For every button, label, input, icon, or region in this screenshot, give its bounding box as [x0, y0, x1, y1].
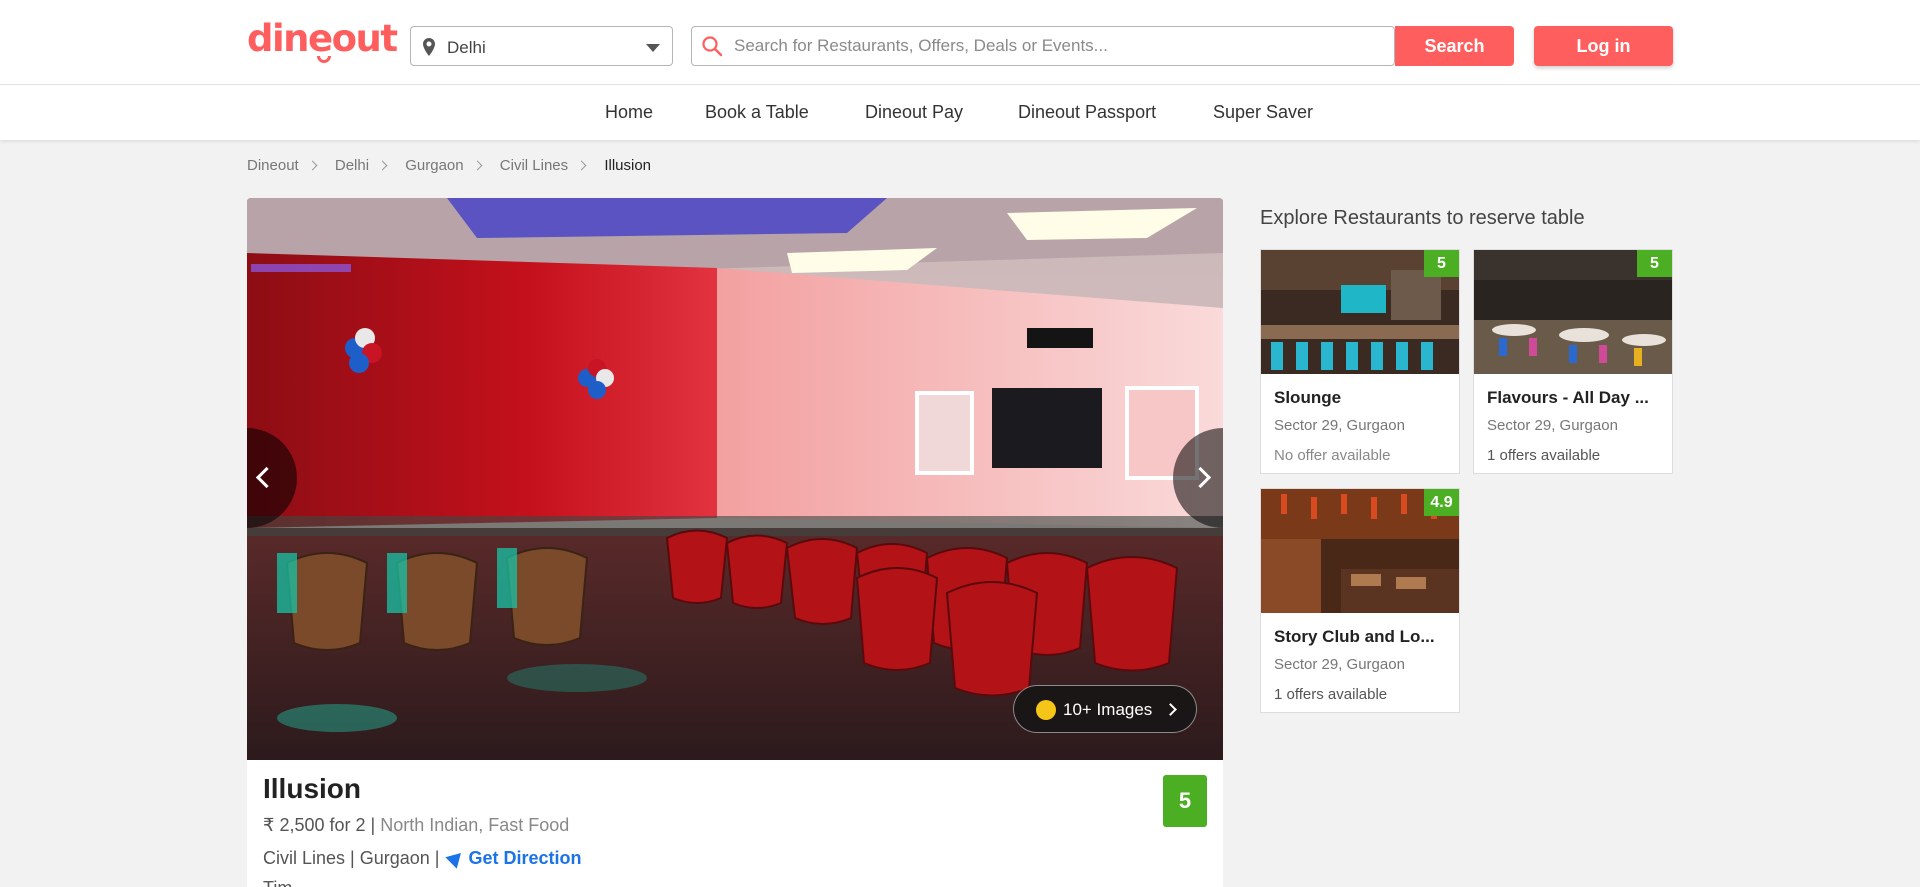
search-box — [691, 26, 1395, 66]
restaurant-card-name: Flavours - All Day ... — [1487, 388, 1649, 407]
city-select[interactable]: Delhi — [410, 26, 673, 66]
login-button[interactable]: Log in — [1534, 26, 1673, 66]
cuisine-link[interactable]: Fast Food — [488, 815, 569, 835]
locality: Civil Lines — [263, 848, 346, 868]
breadcrumb-item[interactable]: Gurgaon — [405, 157, 463, 174]
restaurant-card[interactable]: 5 Slounge Sector 29, Gurgaon No offer av… — [1260, 249, 1460, 474]
sidebar-title: Explore Restaurants to reserve table — [1260, 207, 1585, 229]
restaurant-card-offer: No offer available — [1274, 447, 1391, 464]
get-direction-link[interactable]: Get Direction — [444, 847, 582, 869]
restaurant-thumbnail: 4.9 — [1261, 489, 1459, 613]
restaurant-card-location: Sector 29, Gurgaon — [1274, 656, 1405, 673]
chevron-right-icon — [1189, 466, 1212, 489]
rating-badge: 4.9 — [1424, 489, 1459, 516]
chevron-right-icon — [307, 160, 318, 171]
restaurant-card-location: Sector 29, Gurgaon — [1487, 417, 1618, 434]
chevron-right-icon — [1164, 703, 1177, 716]
address-line: Civil Lines | Gurgaon | Get Direction — [263, 847, 582, 869]
restaurant-gallery[interactable]: 10+ Images — [247, 198, 1223, 760]
restaurant-card-offer: 1 offers available — [1487, 447, 1601, 464]
search-input[interactable] — [734, 27, 1274, 65]
main-nav: Home Book a Table Dineout Pay Dineout Pa… — [0, 85, 1920, 140]
restaurant-card-name: Story Club and Lo... — [1274, 627, 1435, 646]
chevron-right-icon — [377, 160, 388, 171]
logo-text: dineout — [247, 17, 398, 60]
nav-item-dineout-pay[interactable]: Dineout Pay — [865, 102, 963, 123]
breadcrumb: Dineout Delhi Gurgaon Civil Lines Illusi… — [247, 157, 651, 174]
location-pin-icon — [423, 38, 435, 56]
breadcrumb-current: Illusion — [604, 157, 652, 174]
images-count-label: 10+ Images — [1063, 700, 1153, 719]
logo-smile-icon — [317, 56, 331, 63]
restaurant-thumbnail: 5 — [1474, 250, 1672, 374]
restaurant-card-location: Sector 29, Gurgaon — [1274, 417, 1405, 434]
restaurant-card[interactable]: 4.9 Story Club and Lo... Sector 29, Gurg… — [1260, 488, 1460, 713]
chevron-left-icon — [255, 466, 278, 489]
navigation-arrow-icon — [445, 847, 468, 869]
breadcrumb-item[interactable]: Delhi — [335, 157, 369, 174]
breadcrumb-item[interactable]: Dineout — [247, 157, 299, 174]
selected-city: Delhi — [447, 38, 486, 57]
top-header: dineout Delhi Search Log in — [0, 0, 1920, 85]
search-icon — [702, 36, 723, 57]
restaurant-thumbnail: 5 — [1261, 250, 1459, 374]
rating-badge: 5 — [1163, 775, 1207, 827]
view-all-images-button[interactable]: 10+ Images — [1013, 685, 1197, 733]
nav-item-dineout-passport[interactable]: Dineout Passport — [1018, 102, 1156, 123]
chevron-right-icon — [472, 160, 483, 171]
chevron-down-icon — [646, 44, 660, 52]
dineout-logo[interactable]: dineout — [247, 17, 398, 63]
restaurant-card-name: Slounge — [1274, 388, 1342, 407]
search-button[interactable]: Search — [1395, 26, 1514, 66]
restaurant-card[interactable]: 5 Flavours - All Day ... Sector 29, Gurg… — [1473, 249, 1673, 474]
chevron-right-icon — [576, 160, 587, 171]
timings-label: Tim — [263, 878, 292, 887]
restaurant-name: Illusion — [263, 773, 361, 804]
smiley-icon — [1036, 700, 1056, 720]
price-and-cuisine: ₹ 2,500 for 2 | North Indian, Fast Food — [263, 815, 570, 835]
rating-badge: 5 — [1637, 250, 1672, 277]
restaurant-photo — [247, 198, 1223, 760]
city: Gurgaon — [359, 848, 430, 868]
breadcrumb-item[interactable]: Civil Lines — [500, 157, 568, 174]
cuisine-link[interactable]: North Indian — [380, 815, 478, 835]
nav-item-super-saver[interactable]: Super Saver — [1213, 102, 1313, 123]
get-direction-label: Get Direction — [468, 848, 582, 868]
restaurant-card-offer: 1 offers available — [1274, 686, 1388, 703]
cost-for-two: ₹ 2,500 for 2 — [263, 815, 366, 835]
rating-badge: 5 — [1424, 250, 1459, 277]
nav-item-book-a-table[interactable]: Book a Table — [705, 102, 809, 123]
nav-item-home[interactable]: Home — [605, 102, 653, 123]
restaurant-info: Illusion ₹ 2,500 for 2 | North Indian, F… — [247, 760, 1223, 887]
